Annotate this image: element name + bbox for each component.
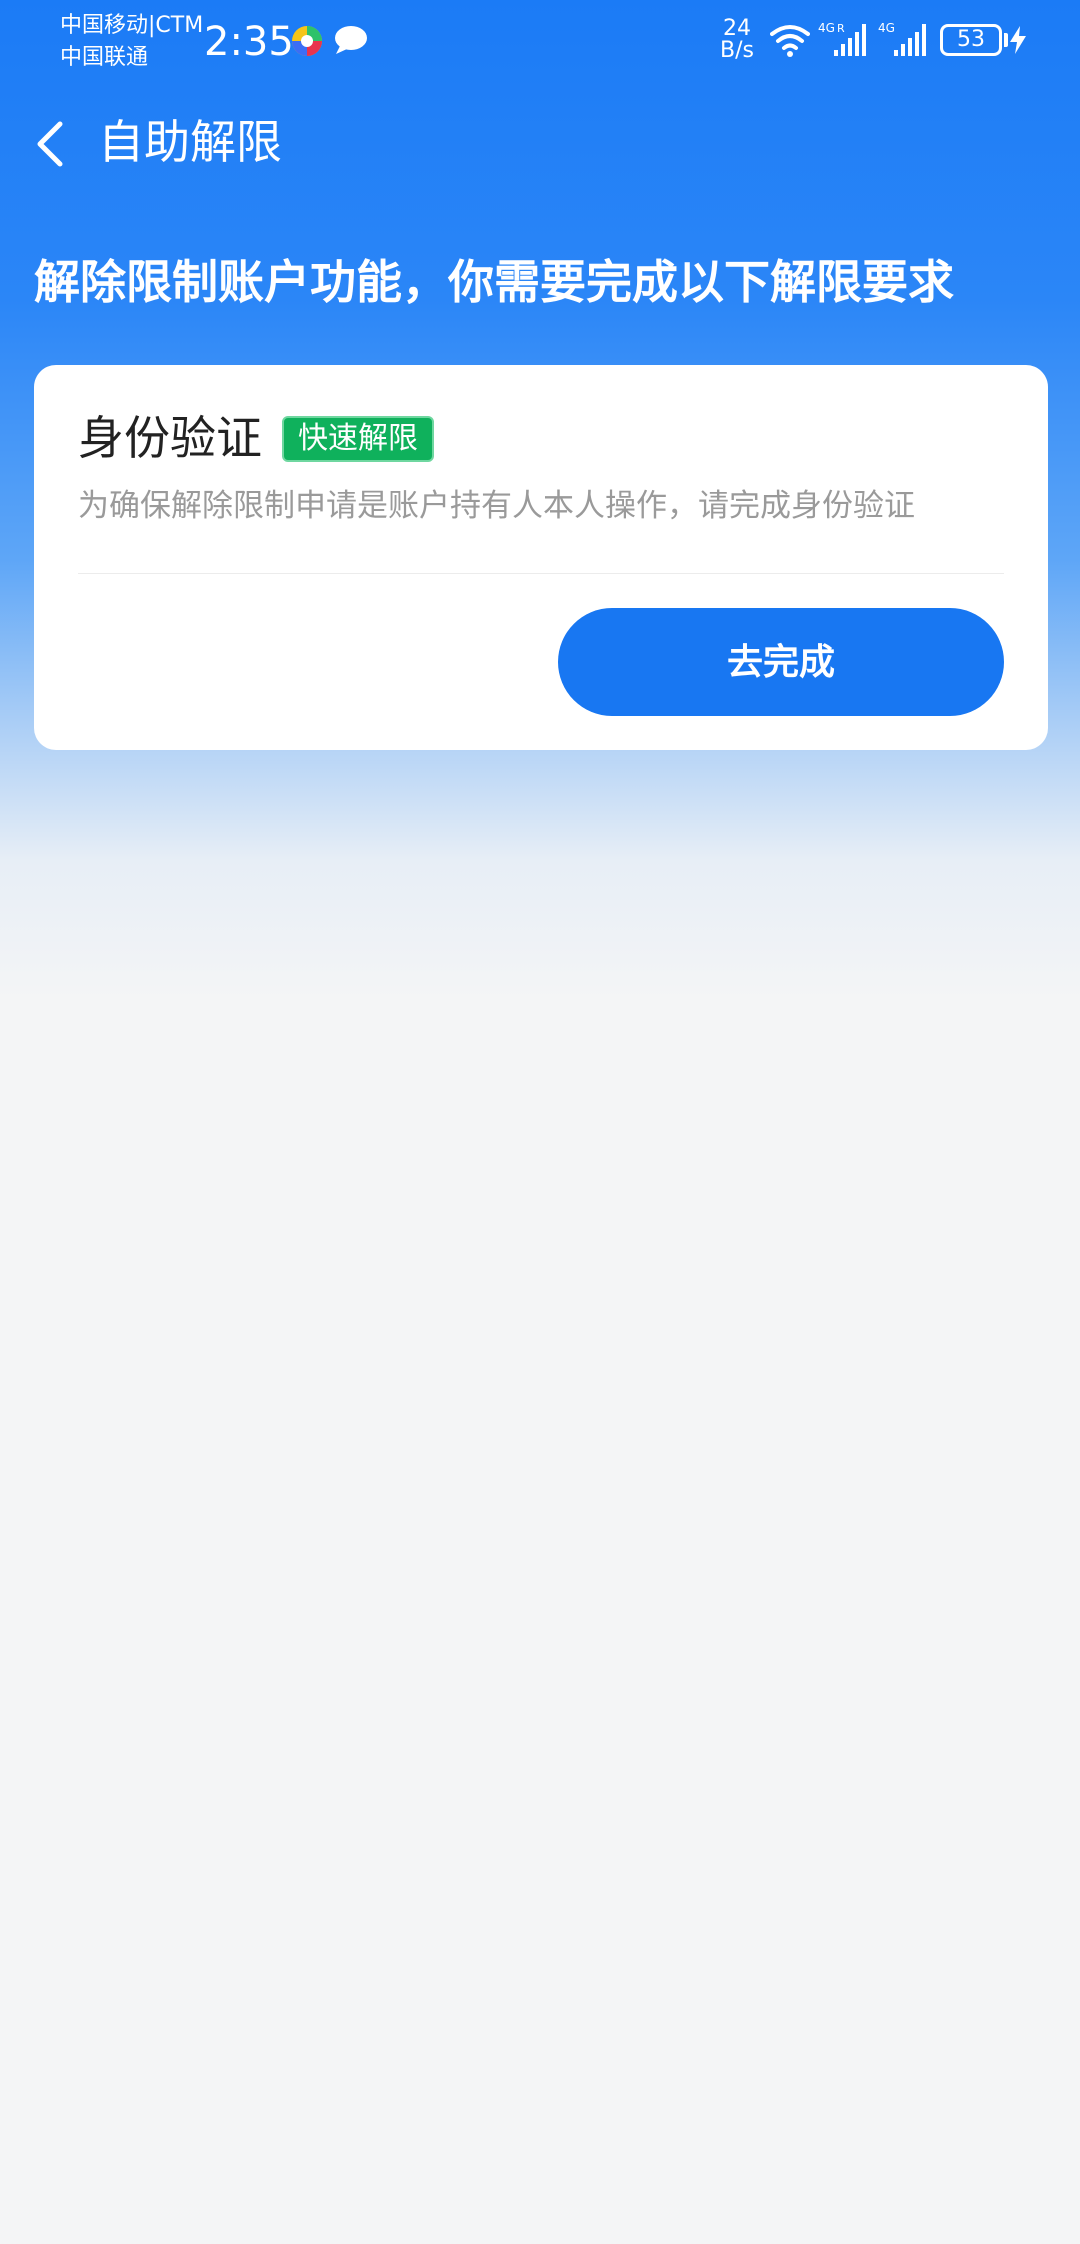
network-speed-unit: B/s [720,38,754,63]
signal-2-label: 4G [878,21,895,35]
divider [78,573,1004,574]
battery-icon: 53 [940,24,1002,56]
status-bar: 中国移动|CTM 中国联通 2:35 24 B/s 4G R 4G 53 [0,0,1080,84]
headline: 解除限制账户功能，你需要完成以下解限要求 [34,255,954,309]
signal-strength-icon: 4G [878,21,926,56]
carrier-1: 中国移动|CTM [60,13,204,38]
network-speed: 24 B/s [714,18,760,62]
charging-bolt-icon [1010,26,1026,54]
verification-card: 身份验证 快速解限 为确保解除限制申请是账户持有人本人操作，请完成身份验证 去完… [34,365,1048,750]
wifi-icon [770,25,810,57]
signal-1-roaming: R [837,22,845,35]
nav-bar: 自助解限 [0,100,1080,186]
message-bubble-icon [335,26,367,54]
chevron-left-icon[interactable] [24,114,76,174]
signal-1-label: 4G [818,21,835,35]
signal-strength-icon: 4G R [818,21,866,56]
complete-button[interactable]: 去完成 [558,608,1004,716]
app-notification-icon [292,26,322,56]
network-speed-value: 24 [723,16,751,41]
card-description: 为确保解除限制申请是账户持有人本人操作，请完成身份验证 [78,488,915,524]
clock: 2:35 [204,19,294,65]
fast-unlock-badge: 快速解限 [282,416,434,462]
card-title: 身份验证 [78,411,262,465]
carrier-2: 中国联通 [60,45,149,70]
page-title: 自助解限 [98,115,282,169]
carrier-info: 中国移动|CTM 中国联通 [60,10,203,74]
